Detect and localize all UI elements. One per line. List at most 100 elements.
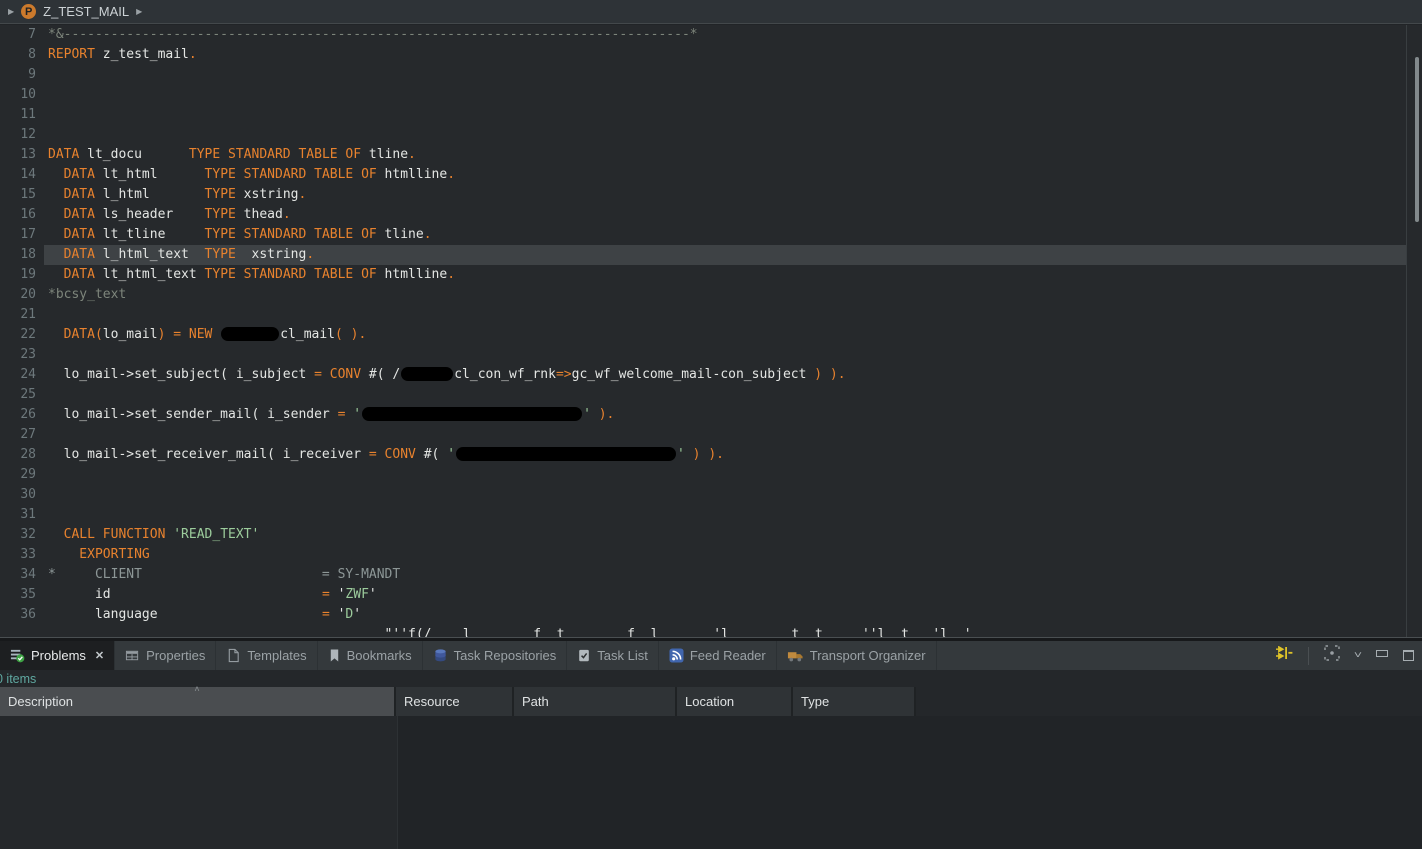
tab-bookmarks[interactable]: Bookmarks: [318, 641, 423, 670]
code-line: 7*&-------------------------------------…: [0, 25, 1407, 45]
code-text: REPORT z_test_mail.: [44, 45, 1407, 65]
code-line: 33 EXPORTING: [0, 545, 1407, 565]
column-header-description[interactable]: ˄ Description: [0, 687, 396, 716]
line-number: 34: [0, 565, 44, 585]
breadcrumb-expand-icon[interactable]: ▶: [8, 8, 14, 16]
line-number: 11: [0, 105, 44, 125]
maximize-icon[interactable]: [1403, 650, 1414, 661]
code-line: 32 CALL FUNCTION 'READ_TEXT': [0, 525, 1407, 545]
task-repositories-icon: [433, 648, 448, 663]
line-number: 20: [0, 285, 44, 305]
code-line: 15 DATA l_html TYPE xstring.: [0, 185, 1407, 205]
code-line: 16 DATA ls_header TYPE thead.: [0, 205, 1407, 225]
view-menu-icon[interactable]: ˅: [1354, 650, 1362, 661]
problems-table-header: ˄ Description Resource Path Location Type: [0, 687, 1422, 716]
code-text: DATA lt_html_text TYPE STANDARD TABLE OF…: [44, 265, 1407, 285]
tab-label: Properties: [146, 648, 205, 663]
code-line: 31: [0, 505, 1407, 525]
pin-view-icon[interactable]: [1324, 645, 1340, 666]
code-line: 21: [0, 305, 1407, 325]
column-header-resource[interactable]: Resource: [396, 687, 514, 716]
line-number: 35: [0, 585, 44, 605]
line-number: 30: [0, 485, 44, 505]
close-tab-icon[interactable]: ✕: [95, 649, 104, 662]
column-header-location[interactable]: Location: [677, 687, 793, 716]
column-header-path[interactable]: Path: [514, 687, 677, 716]
code-line: 19 DATA lt_html_text TYPE STANDARD TABLE…: [0, 265, 1407, 285]
code-line: "''f(/ l f t f l 'l t t ''l t 'l ': [0, 625, 1407, 637]
code-text: [44, 465, 1407, 485]
redaction-mark: [221, 327, 279, 341]
column-header-label: Resource: [404, 694, 460, 709]
properties-icon: [125, 648, 140, 663]
line-number: 25: [0, 385, 44, 405]
column-header-label: Description: [8, 694, 73, 709]
code-line: 29: [0, 465, 1407, 485]
tab-label: Task List: [597, 648, 648, 663]
code-text: lo_mail->set_receiver_mail( i_receiver =…: [44, 445, 1407, 465]
code-text: CALL FUNCTION 'READ_TEXT': [44, 525, 1407, 545]
breadcrumb-next-icon[interactable]: ▶: [136, 8, 142, 16]
line-number: 12: [0, 125, 44, 145]
tab-task-list[interactable]: Task List: [567, 641, 659, 670]
focus-on-active-task-icon[interactable]: [1275, 646, 1293, 665]
toolbar-separator: [1308, 647, 1309, 665]
code-line: 9: [0, 65, 1407, 85]
code-text: EXPORTING: [44, 545, 1407, 565]
tab-feed-reader[interactable]: Feed Reader: [659, 641, 777, 670]
line-number: 7: [0, 25, 44, 45]
tab-properties[interactable]: Properties: [115, 641, 216, 670]
line-number: 33: [0, 545, 44, 565]
code-text: DATA(lo_mail) = NEW cl_mail( ).: [44, 325, 1407, 345]
line-number: 26: [0, 405, 44, 425]
line-number: 27: [0, 425, 44, 445]
line-number: 36: [0, 605, 44, 625]
tab-label: Problems: [31, 648, 86, 663]
line-number: 22: [0, 325, 44, 345]
code-line: 28 lo_mail->set_receiver_mail( i_receive…: [0, 445, 1407, 465]
minimize-icon[interactable]: [1376, 650, 1388, 657]
column-header-label: Location: [685, 694, 734, 709]
code-line: 27: [0, 425, 1407, 445]
code-line: 23: [0, 345, 1407, 365]
feed-reader-icon: [669, 648, 684, 663]
editor-scrollbar-track[interactable]: [1406, 25, 1422, 637]
code-line: 14 DATA lt_html TYPE STANDARD TABLE OF h…: [0, 165, 1407, 185]
code-line: 12: [0, 125, 1407, 145]
column-divider: [397, 716, 398, 849]
line-number: 15: [0, 185, 44, 205]
code-line: 35 id = 'ZWF': [0, 585, 1407, 605]
column-header-type[interactable]: Type: [793, 687, 916, 716]
code-editor[interactable]: 7*&-------------------------------------…: [0, 25, 1407, 637]
problems-view-panel: Problems✕PropertiesTemplatesBookmarksTas…: [0, 641, 1422, 849]
tab-transport-organizer[interactable]: Transport Organizer: [777, 641, 937, 670]
code-text: [44, 305, 1407, 325]
line-number: 23: [0, 345, 44, 365]
breadcrumb-program-title[interactable]: Z_TEST_MAIL: [43, 4, 129, 19]
line-number: 19: [0, 265, 44, 285]
problems-icon: [10, 648, 25, 663]
code-line: 20*bcsy_text: [0, 285, 1407, 305]
code-line: 34* CLIENT = SY-MANDT: [0, 565, 1407, 585]
tab-problems[interactable]: Problems ✕: [0, 641, 115, 670]
code-line: 13DATA lt_docu TYPE STANDARD TABLE OF tl…: [0, 145, 1407, 165]
redaction-mark: [456, 447, 676, 461]
code-text: [44, 345, 1407, 365]
code-text: "''f(/ l f t f l 'l t t ''l t 'l ': [44, 625, 1407, 637]
line-number: 31: [0, 505, 44, 525]
tab-label: Transport Organizer: [810, 648, 926, 663]
code-text: [44, 125, 1407, 145]
sort-ascending-icon: ˄: [194, 684, 199, 694]
code-line: 24 lo_mail->set_subject( i_subject = CON…: [0, 365, 1407, 385]
code-text: DATA lt_tline TYPE STANDARD TABLE OF tli…: [44, 225, 1407, 245]
view-tab-bar: Problems✕PropertiesTemplatesBookmarksTas…: [0, 641, 1422, 670]
column-header-label: Path: [522, 694, 549, 709]
column-header-label: Type: [801, 694, 829, 709]
transport-organizer-icon: [787, 649, 804, 663]
code-text: lo_mail->set_subject( i_subject = CONV #…: [44, 365, 1407, 385]
tab-templates[interactable]: Templates: [216, 641, 317, 670]
line-number: 28: [0, 445, 44, 465]
editor-scrollbar-thumb[interactable]: [1415, 57, 1419, 222]
tab-task-repositories[interactable]: Task Repositories: [423, 641, 568, 670]
task-list-icon: [577, 648, 591, 663]
